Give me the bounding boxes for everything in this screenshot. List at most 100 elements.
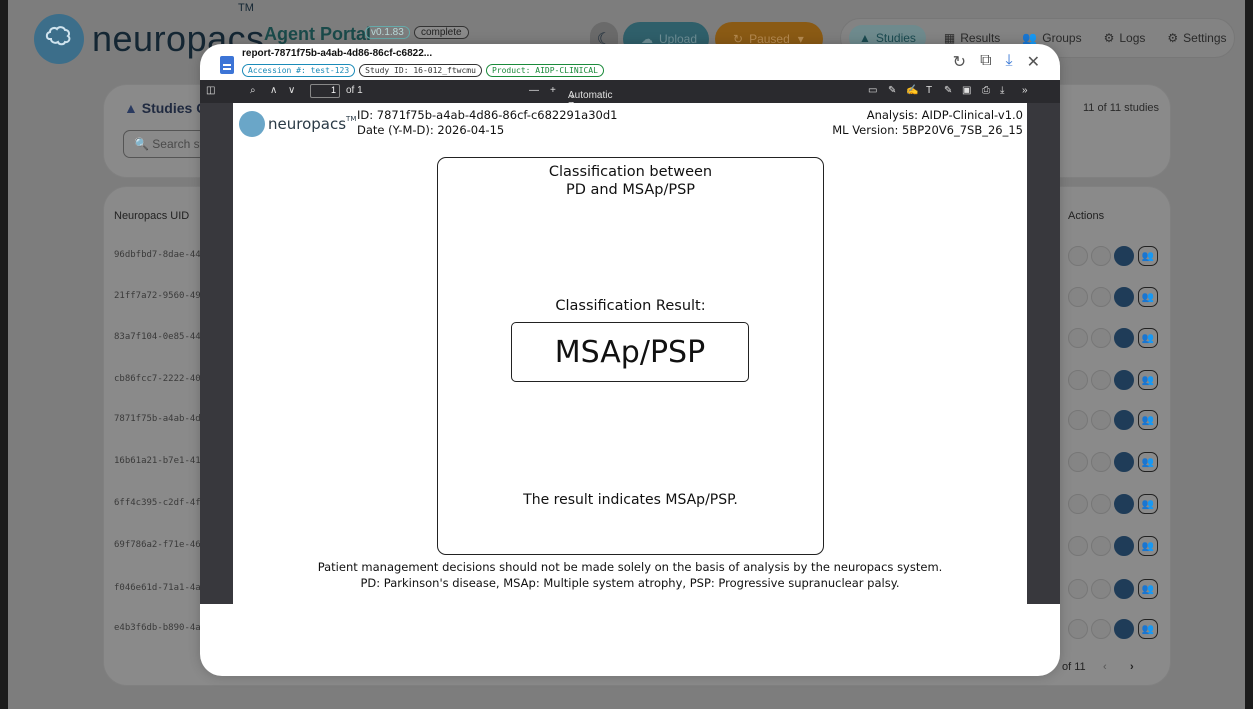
- group-icon[interactable]: 👥: [1138, 328, 1158, 348]
- accession-chip: Accession #: test-123: [242, 64, 356, 77]
- circle-icon[interactable]: [1091, 328, 1111, 348]
- nav-results[interactable]: ▦ Results: [944, 31, 1000, 45]
- group-icon[interactable]: 👥: [1138, 287, 1158, 307]
- report-modal: report-7871f75b-a4ab-4d86-86cf-c6822... …: [200, 44, 1060, 676]
- info-icon[interactable]: [1114, 494, 1134, 514]
- report-logo: neuropacsTM: [239, 111, 356, 137]
- comment-icon[interactable]: ▭: [868, 85, 877, 96]
- prev-page-button[interactable]: ‹: [1103, 661, 1107, 673]
- circle-icon[interactable]: [1091, 536, 1111, 556]
- group-icon[interactable]: 👥: [1138, 410, 1158, 430]
- group-icon[interactable]: 👥: [1138, 246, 1158, 266]
- classification-result-note: The result indicates MSAp/PSP.: [523, 492, 738, 508]
- table-row-uid[interactable]: 16b61a21-b7e1-41: [114, 456, 201, 466]
- report-ml-version: ML Version: 5BP20V6_7SB_26_15: [832, 123, 1023, 137]
- circle-icon[interactable]: [1091, 370, 1111, 390]
- sidebar-toggle-icon[interactable]: ◫: [206, 85, 215, 96]
- circle-icon[interactable]: [1091, 452, 1111, 472]
- group-icon[interactable]: 👥: [1138, 494, 1158, 514]
- view-icon[interactable]: [1068, 494, 1088, 514]
- product-chip: Product: AIDP-CLINICAL: [485, 64, 604, 77]
- zoom-out-icon[interactable]: —: [529, 85, 539, 96]
- view-icon[interactable]: [1068, 287, 1088, 307]
- studies-panel-title-text: Studies C: [141, 100, 207, 116]
- report-title: report-7871f75b-a4ab-4d86-86cf-c6822...: [242, 48, 433, 59]
- group-icon[interactable]: 👥: [1138, 536, 1158, 556]
- view-icon[interactable]: [1068, 619, 1088, 639]
- open-external-icon[interactable]: ⧉: [980, 52, 991, 72]
- next-page-button[interactable]: ›: [1130, 661, 1134, 673]
- info-icon[interactable]: [1114, 452, 1134, 472]
- nav-logs[interactable]: ⚙ Logs: [1104, 31, 1146, 45]
- info-icon[interactable]: [1114, 410, 1134, 430]
- table-row-uid[interactable]: f046e61d-71a1-4a: [114, 583, 201, 593]
- refresh-icon[interactable]: ↻: [953, 52, 966, 72]
- view-icon[interactable]: [1068, 328, 1088, 348]
- prev-page-icon[interactable]: ∧: [270, 85, 277, 96]
- view-icon[interactable]: [1068, 579, 1088, 599]
- table-row-uid[interactable]: e4b3f6db-b890-4a: [114, 623, 201, 633]
- view-icon[interactable]: [1068, 246, 1088, 266]
- table-row-uid[interactable]: 69f786a2-f71e-46: [114, 540, 201, 550]
- circle-icon[interactable]: [1091, 246, 1111, 266]
- version-badge: v0.1.83: [365, 26, 410, 39]
- print-icon[interactable]: ⎙: [982, 85, 990, 96]
- report-id: ID: 7871f75b-a4ab-4d86-86cf-c682291a30d1: [357, 108, 618, 122]
- download-icon[interactable]: ⤓: [1006, 52, 1013, 72]
- group-icon[interactable]: 👥: [1138, 619, 1158, 639]
- view-icon[interactable]: [1068, 452, 1088, 472]
- highlight-icon[interactable]: ✍: [906, 85, 918, 96]
- nav-groups[interactable]: 👥 Groups: [1022, 31, 1081, 45]
- portal-title: Agent Portal: [264, 24, 372, 44]
- group-icon[interactable]: 👥: [1138, 452, 1158, 472]
- view-icon[interactable]: [1068, 370, 1088, 390]
- table-row-uid[interactable]: 96dbfbd7-8dae-44: [114, 250, 201, 260]
- info-icon[interactable]: [1114, 579, 1134, 599]
- draw-icon[interactable]: ✎: [944, 85, 952, 96]
- page-number-input[interactable]: 1: [310, 84, 340, 98]
- table-row-uid[interactable]: cb86fcc7-2222-40: [114, 374, 201, 384]
- chart-icon: ▦: [943, 31, 956, 45]
- image-icon[interactable]: ▣: [962, 85, 971, 96]
- info-icon[interactable]: [1114, 619, 1134, 639]
- info-icon[interactable]: [1114, 246, 1134, 266]
- text-tool-icon[interactable]: T: [926, 85, 932, 96]
- find-icon[interactable]: ⌕: [250, 85, 256, 96]
- view-icon[interactable]: [1068, 410, 1088, 430]
- view-icon[interactable]: [1068, 536, 1088, 556]
- table-row-uid[interactable]: 21ff7a72-9560-49: [114, 291, 201, 301]
- info-icon[interactable]: [1114, 328, 1134, 348]
- trademark: TM: [238, 2, 254, 14]
- group-icon[interactable]: 👥: [1138, 579, 1158, 599]
- classification-title-line1: Classification between: [548, 164, 713, 180]
- info-icon[interactable]: [1114, 536, 1134, 556]
- table-row-uid[interactable]: 7871f75b-a4ab-4d: [114, 414, 201, 424]
- col-header-uid: Neuropacs UID: [114, 210, 190, 222]
- next-page-icon[interactable]: ∨: [288, 85, 295, 96]
- brain-logo-icon: [239, 111, 265, 137]
- study-id-chip: Study ID: 16-012_ftwcmu: [359, 64, 482, 77]
- info-icon[interactable]: [1114, 370, 1134, 390]
- pdf-page: neuropacsTM ID: 7871f75b-a4ab-4d86-86cf-…: [233, 103, 1027, 604]
- circle-icon[interactable]: [1091, 619, 1111, 639]
- pdf-viewer: ◫ ⌕ ∧ ∨ 1 of 1 — + Automatic Zoom ⌄ ▭ ✎ …: [200, 80, 1060, 604]
- nav-groups-label: Groups: [1042, 31, 1082, 45]
- more-tools-icon[interactable]: »: [1022, 85, 1028, 96]
- info-icon[interactable]: [1114, 287, 1134, 307]
- table-row-uid[interactable]: 83a7f104-0e85-44: [114, 332, 201, 342]
- circle-icon[interactable]: [1091, 410, 1111, 430]
- edit-text-icon[interactable]: ✎: [888, 85, 896, 96]
- report-analysis: Analysis: AIDP-Clinical-v1.0: [866, 108, 1023, 122]
- zoom-in-icon[interactable]: +: [550, 85, 556, 96]
- classification-title-line2: PD and MSAp/PSP: [565, 182, 696, 198]
- circle-icon[interactable]: [1091, 287, 1111, 307]
- close-icon[interactable]: ✕: [1027, 52, 1040, 72]
- nav-settings[interactable]: ⚙ Settings: [1167, 31, 1226, 45]
- table-row-uid[interactable]: 6ff4c395-c2df-4f: [114, 498, 201, 508]
- save-icon[interactable]: ⤓: [1000, 85, 1004, 96]
- circle-icon[interactable]: [1091, 494, 1111, 514]
- circle-icon[interactable]: [1091, 579, 1111, 599]
- report-trademark: TM: [346, 115, 357, 123]
- group-icon[interactable]: 👥: [1138, 370, 1158, 390]
- flask-icon: ▲: [124, 100, 138, 116]
